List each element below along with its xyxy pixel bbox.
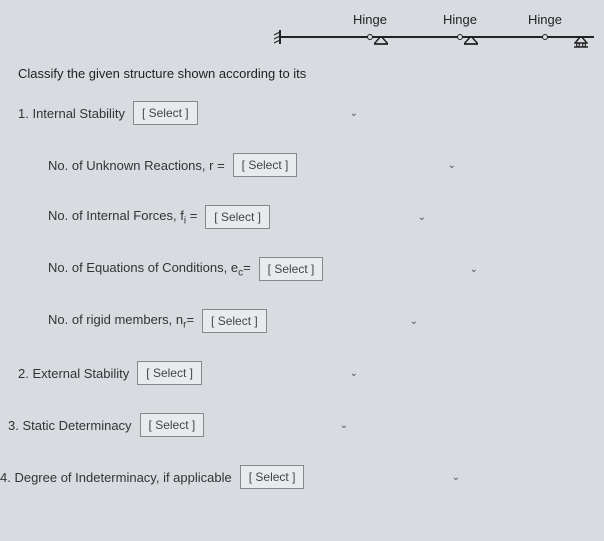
chevron-down-icon[interactable]: ⌄ — [452, 472, 460, 483]
row-degree-indeterminacy: 4. Degree of Indeterminacy, if applicabl… — [0, 465, 460, 489]
select-external-stability[interactable]: [ Select ] — [137, 361, 202, 385]
select-degree-indeterminacy[interactable]: [ Select ] — [240, 465, 305, 489]
page-container: Hinge Hinge Hinge — [0, 0, 604, 489]
row-static-determinacy: 3. Static Determinacy [ Select ] ⌄ — [8, 413, 348, 437]
content-area: Classify the given structure shown accor… — [0, 46, 604, 489]
row-external-stability: 2. External Stability [ Select ] ⌄ — [18, 361, 358, 385]
label-equations-conditions: No. of Equations of Conditions, ec= — [48, 260, 251, 279]
label-fi-pre: No. of Internal Forces, f — [48, 208, 184, 223]
chevron-down-icon[interactable]: ⌄ — [350, 108, 358, 119]
chevron-down-icon[interactable]: ⌄ — [418, 212, 426, 223]
chevron-down-icon[interactable]: ⌄ — [340, 420, 348, 431]
chevron-down-icon[interactable]: ⌄ — [350, 368, 358, 379]
select-internal-stability[interactable]: [ Select ] — [133, 101, 198, 125]
label-internal-stability: 1. Internal Stability — [18, 106, 125, 121]
label-ec-post: = — [243, 260, 251, 275]
label-rigid-members: No. of rigid members, nr= — [48, 312, 194, 331]
chevron-down-icon[interactable]: ⌄ — [410, 316, 418, 327]
row-internal-forces: No. of Internal Forces, fi = [ Select ] … — [48, 205, 426, 229]
label-nr-pre: No. of rigid members, n — [48, 312, 183, 327]
row-rigid-members: No. of rigid members, nr= [ Select ] ⌄ — [48, 309, 418, 333]
hinge-label-2: Hinge — [443, 12, 477, 27]
row-equations-conditions: No. of Equations of Conditions, ec= [ Se… — [48, 257, 478, 281]
select-rigid-members[interactable]: [ Select ] — [202, 309, 267, 333]
label-unknown-reactions: No. of Unknown Reactions, r = — [48, 158, 225, 173]
select-internal-forces[interactable]: [ Select ] — [205, 205, 270, 229]
row-unknown-reactions: No. of Unknown Reactions, r = [ Select ]… — [48, 153, 456, 177]
label-ec-pre: No. of Equations of Conditions, e — [48, 260, 238, 275]
select-equations-conditions[interactable]: [ Select ] — [259, 257, 324, 281]
label-nr-post: = — [186, 312, 194, 327]
chevron-down-icon[interactable]: ⌄ — [470, 264, 478, 275]
structure-diagram: Hinge Hinge Hinge — [280, 0, 594, 46]
select-unknown-reactions[interactable]: [ Select ] — [233, 153, 298, 177]
label-degree-indeterminacy: 4. Degree of Indeterminacy, if applicabl… — [0, 470, 232, 485]
hinge-3 — [542, 34, 548, 40]
label-external-stability: 2. External Stability — [18, 366, 129, 381]
hinge-2 — [457, 34, 463, 40]
label-static-determinacy: 3. Static Determinacy — [8, 418, 132, 433]
select-static-determinacy[interactable]: [ Select ] — [140, 413, 205, 437]
pin-support-1 — [374, 36, 388, 46]
roller-support-right — [574, 36, 588, 48]
label-internal-forces: No. of Internal Forces, fi = — [48, 208, 197, 227]
chevron-down-icon[interactable]: ⌄ — [448, 160, 456, 171]
label-fi-post: = — [186, 208, 197, 223]
row-internal-stability: 1. Internal Stability [ Select ] ⌄ — [18, 101, 358, 125]
hinge-label-3: Hinge — [528, 12, 562, 27]
hinge-label-1: Hinge — [353, 12, 387, 27]
fixed-support-left — [272, 30, 284, 44]
pin-support-2 — [464, 36, 478, 46]
hinge-1 — [367, 34, 373, 40]
instruction-text: Classify the given structure shown accor… — [18, 66, 586, 81]
